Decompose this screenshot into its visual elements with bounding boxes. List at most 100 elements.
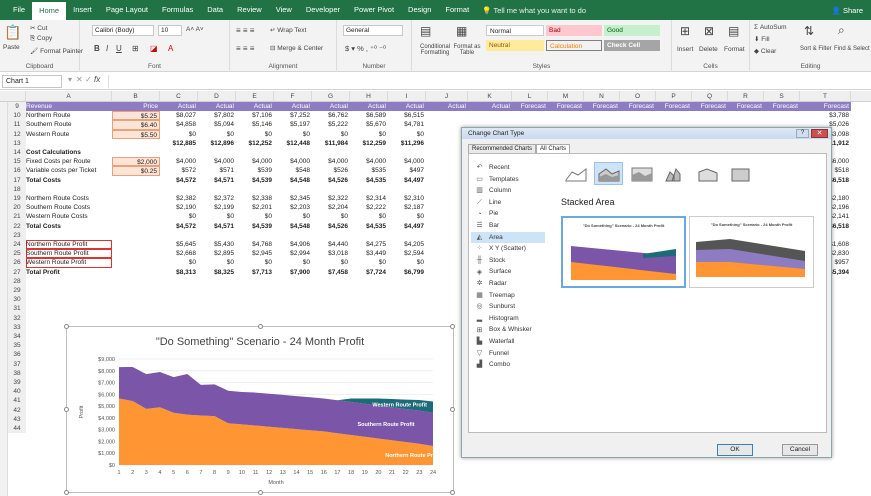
cell-value[interactable]: $539 [236,166,274,175]
cell-value[interactable]: $0 [236,130,274,139]
cell-value[interactable]: $0 [198,130,236,139]
cell-label[interactable]: Cost Calculations [26,148,112,157]
cell-value[interactable]: $4,526 [312,176,350,185]
cell-header-forecast[interactable]: Forecast [620,102,656,112]
cell-header-actual[interactable]: Actual [312,102,350,112]
row-number[interactable]: 25 [8,249,26,259]
cell-value[interactable]: $7,724 [350,268,388,277]
cell-value[interactable]: $0 [350,130,388,139]
tab-developer[interactable]: Developer [299,0,347,20]
cell-value[interactable]: $0 [236,258,274,267]
cell-value[interactable]: $2,204 [312,203,350,212]
cell-value[interactable]: $4,535 [350,176,388,185]
row-number[interactable]: 30 [8,295,26,305]
row-number[interactable]: 26 [8,258,26,268]
cell-header-forecast[interactable]: Forecast [692,102,728,112]
cell-value[interactable]: $4,000 [198,157,236,166]
row-number[interactable]: 44 [8,424,26,434]
conditional-formatting-button[interactable]: Conditional Formatting [416,44,454,56]
align-top-icon[interactable]: ≡ ≡ ≡ [236,26,254,35]
conditional-formatting-icon[interactable]: ▤ [420,24,431,38]
tab-recommended-charts[interactable]: Recommended Charts [468,144,537,153]
cell-value[interactable]: $2,895 [198,249,236,258]
cell-value[interactable]: $2,201 [236,203,274,212]
tab-formulas[interactable]: Formulas [155,0,200,20]
currency-icon[interactable]: $ ▾ % , ⁺⁰ ⁻⁰ [345,44,386,53]
cell-value[interactable]: $12,896 [198,139,236,148]
cell-value[interactable]: $4,000 [350,157,388,166]
style-neutral[interactable]: Neutral [486,40,544,51]
cell-value[interactable]: $0 [198,212,236,221]
cell-value[interactable]: $4,497 [388,176,426,185]
cell-value[interactable]: $12,259 [350,139,388,148]
cell-label[interactable]: Northern Route Profit [26,240,112,249]
cell-value[interactable]: $2,372 [198,194,236,203]
cell-value[interactable]: $7,458 [312,268,350,277]
resize-handle[interactable] [450,407,455,412]
row-number[interactable]: 19 [8,194,26,204]
cell-value[interactable]: $5,430 [198,240,236,249]
column-header-t[interactable]: T [800,91,851,102]
cell-value[interactable]: $2,668 [160,249,198,258]
cell-value[interactable]: $4,858 [160,120,198,129]
cell-value[interactable]: $4,906 [274,240,312,249]
column-header-r[interactable]: R [728,91,764,102]
cell-value[interactable]: $7,802 [198,111,236,120]
bold-button[interactable]: B [94,44,100,53]
resize-handle[interactable] [450,324,455,329]
resize-handle[interactable] [258,324,263,329]
chart-type-histogram[interactable]: ▂ Histogram [471,313,545,325]
tab-all-charts[interactable]: All Charts [536,144,571,153]
row-number[interactable]: 13 [8,138,26,148]
row-number[interactable]: 14 [8,148,26,158]
profit-chart[interactable]: "Do Something" Scenario - 24 Month Profi… [64,324,455,495]
cell-header-actual[interactable]: Actual [236,102,274,112]
cell-value[interactable]: $6,515 [388,111,426,120]
chart-type-waterfall[interactable]: ▙ Waterfall [471,336,545,348]
cell-value[interactable]: $5,645 [160,240,198,249]
row-number[interactable]: 24 [8,240,26,250]
cell-value[interactable]: $4,205 [388,240,426,249]
row-number[interactable]: 35 [8,341,26,351]
column-header-d[interactable]: D [198,91,236,102]
enter-icon[interactable]: ✓ [85,75,92,84]
cell-value[interactable]: $526 [312,166,350,175]
cell-value[interactable]: $572 [160,166,198,175]
cell-price[interactable]: $5.50 [112,129,160,139]
subtype-100-stacked-area[interactable] [627,162,656,185]
cell-value[interactable]: $2,199 [198,203,236,212]
cell-value[interactable]: $8,313 [160,268,198,277]
column-header-k[interactable]: K [468,91,512,102]
name-box[interactable]: Chart 1 [2,75,62,88]
column-header-m[interactable]: M [548,91,584,102]
subtype-3d-stacked-area[interactable] [693,162,722,185]
cell-value[interactable]: $0 [160,130,198,139]
cell-value[interactable]: $5,197 [274,120,312,129]
cell-value[interactable]: $7,713 [236,268,274,277]
cell-value[interactable]: $6,799 [388,268,426,277]
cell-value[interactable]: $4,275 [350,240,388,249]
cell-value[interactable]: $0 [388,258,426,267]
column-header-j[interactable]: J [426,91,468,102]
cell-value[interactable]: $11,984 [312,139,350,148]
chart-type-bar[interactable]: ☰ Bar [471,220,545,232]
row-number[interactable]: 39 [8,378,26,388]
resize-handle[interactable] [450,490,455,495]
row-number[interactable]: 40 [8,387,26,397]
cell-value[interactable]: $12,448 [274,139,312,148]
cell-value[interactable]: $8,027 [160,111,198,120]
cell-value[interactable]: $4,768 [236,240,274,249]
cell-value[interactable]: $0 [274,212,312,221]
column-header-s[interactable]: S [764,91,800,102]
column-header-p[interactable]: P [656,91,692,102]
cell-label[interactable]: Northern Route Costs [26,194,112,203]
cell-value[interactable]: $4,781 [388,120,426,129]
cell-value[interactable]: $4,535 [350,222,388,231]
row-number[interactable]: 9 [8,102,26,112]
paste-button[interactable]: Paste [3,44,20,51]
column-header-c[interactable]: C [160,91,198,102]
wrap-text-button[interactable]: ↵ Wrap Text [270,26,306,34]
cell-value[interactable]: $4,572 [160,222,198,231]
cell-label[interactable]: Western Route [26,130,112,139]
subtype-3d-100-area[interactable] [726,162,755,185]
